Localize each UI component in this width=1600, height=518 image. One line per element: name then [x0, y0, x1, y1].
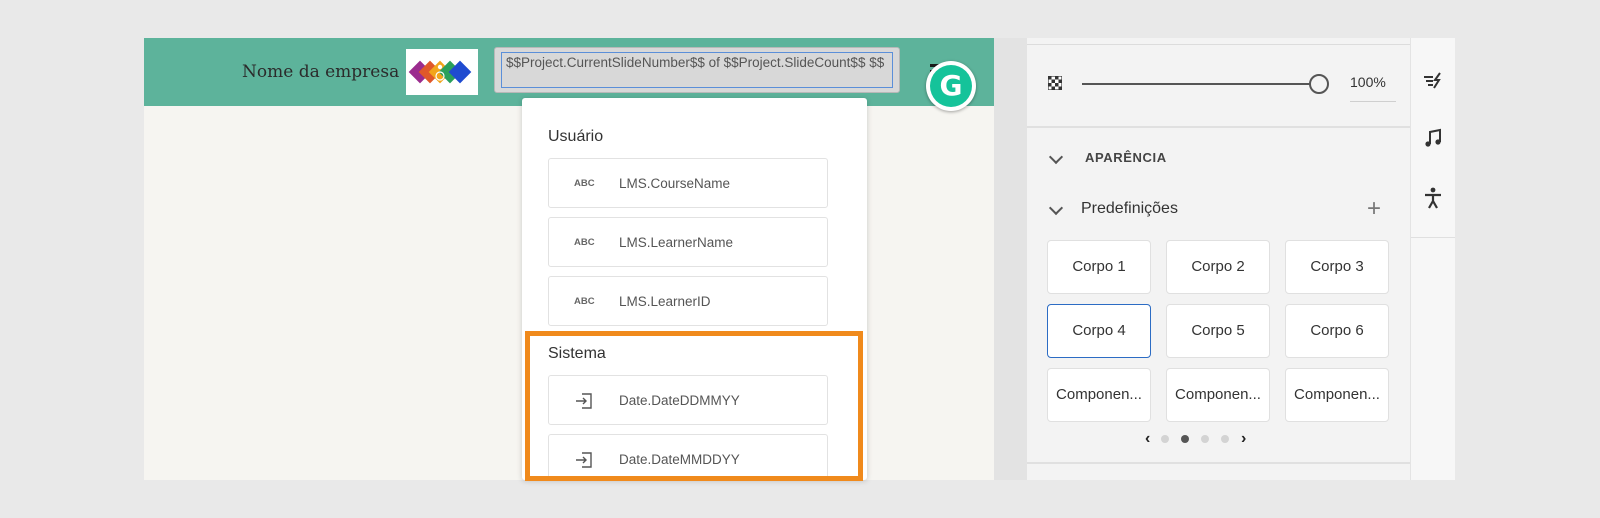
opacity-slider-thumb[interactable] — [1309, 74, 1329, 94]
abc-text-icon: ABC — [574, 296, 595, 307]
preset-card[interactable]: Corpo 5 — [1166, 304, 1270, 358]
insert-variable-icon — [576, 393, 592, 409]
opacity-value-input[interactable]: 100% — [1350, 74, 1386, 90]
opacity-input-underline — [1350, 101, 1396, 102]
carousel-dot[interactable] — [1221, 435, 1229, 443]
carousel-dot[interactable] — [1201, 435, 1209, 443]
grammarly-icon[interactable]: G — [926, 61, 976, 111]
variable-item-label: Date.DateMMDDYY — [619, 452, 740, 467]
variable-item-label: LMS.LearnerName — [619, 235, 734, 250]
chevron-down-icon — [1048, 200, 1064, 216]
divider — [1411, 237, 1455, 238]
variable-item-label: LMS.CourseName — [619, 176, 731, 191]
variable-item-date-ddmmyy[interactable]: Date.DateDDMMYY — [548, 375, 828, 425]
abc-text-icon: ABC — [574, 178, 595, 189]
company-logo[interactable] — [406, 49, 478, 95]
presets-section-header[interactable]: Predefinições + — [1048, 197, 1399, 221]
divider — [1027, 462, 1410, 464]
opacity-slider-track[interactable] — [1082, 83, 1310, 85]
variable-item-date-mmddyy[interactable]: Date.DateMMDDYY — [548, 434, 828, 480]
transition-icon[interactable] — [1421, 68, 1445, 92]
accessibility-icon[interactable] — [1421, 186, 1445, 210]
properties-panel: 100% APARÊNCIA Predefinições + Corpo 1 C… — [1027, 38, 1410, 480]
appearance-label: APARÊNCIA — [1085, 150, 1167, 165]
variable-item-lms-learnername[interactable]: ABC LMS.LearnerName — [548, 217, 828, 267]
divider — [1027, 44, 1410, 45]
slide-header-bar: Nome da empresa $$Project.CurrentSlideNu… — [144, 38, 994, 111]
chevron-down-icon — [1048, 149, 1064, 165]
section-title-user: Usuário — [548, 128, 604, 145]
presets-label: Predefinições — [1081, 200, 1178, 217]
insert-variable-icon — [576, 452, 592, 468]
variable-item-lms-coursename[interactable]: ABC LMS.CourseName — [548, 158, 828, 208]
preset-card[interactable]: Corpo 2 — [1166, 240, 1270, 294]
section-title-system: Sistema — [548, 345, 606, 362]
preset-card[interactable]: Corpo 4 — [1047, 304, 1151, 358]
preset-card[interactable]: Componen... — [1047, 368, 1151, 422]
company-name-text[interactable]: Nome da empresa — [242, 62, 399, 82]
opacity-checker-icon — [1048, 76, 1062, 90]
add-preset-button[interactable]: + — [1367, 197, 1381, 221]
panel-gutter — [994, 38, 1027, 480]
divider — [1027, 126, 1410, 128]
variable-item-label: LMS.LearnerID — [619, 294, 711, 309]
carousel-prev-button[interactable]: ‹ — [1145, 431, 1150, 447]
opacity-row: 100% — [1027, 38, 1410, 128]
preset-card[interactable]: Componen... — [1166, 368, 1270, 422]
preset-card[interactable]: Corpo 6 — [1285, 304, 1389, 358]
carousel-dot[interactable] — [1161, 435, 1169, 443]
carousel-dot[interactable] — [1181, 435, 1189, 443]
presets-carousel-nav: ‹ › — [1145, 431, 1285, 447]
variable-item-lms-learnerid[interactable]: ABC LMS.LearnerID — [548, 276, 828, 326]
preset-card[interactable]: Corpo 3 — [1285, 240, 1389, 294]
abc-text-icon: ABC — [574, 237, 595, 248]
carousel-next-button[interactable]: › — [1241, 431, 1246, 447]
audio-icon[interactable] — [1421, 126, 1445, 150]
right-icon-rail — [1410, 38, 1455, 480]
preset-card[interactable]: Componen... — [1285, 368, 1389, 422]
variables-dropdown: Usuário ABC LMS.CourseName ABC LMS.Learn… — [522, 98, 867, 480]
variable-item-label: Date.DateDDMMYY — [619, 393, 740, 408]
variable-text[interactable]: $$Project.CurrentSlideNumber$$ of $$Proj… — [501, 52, 893, 88]
preset-card[interactable]: Corpo 1 — [1047, 240, 1151, 294]
slide-number-text-field[interactable]: $$Project.CurrentSlideNumber$$ of $$Proj… — [494, 47, 900, 93]
